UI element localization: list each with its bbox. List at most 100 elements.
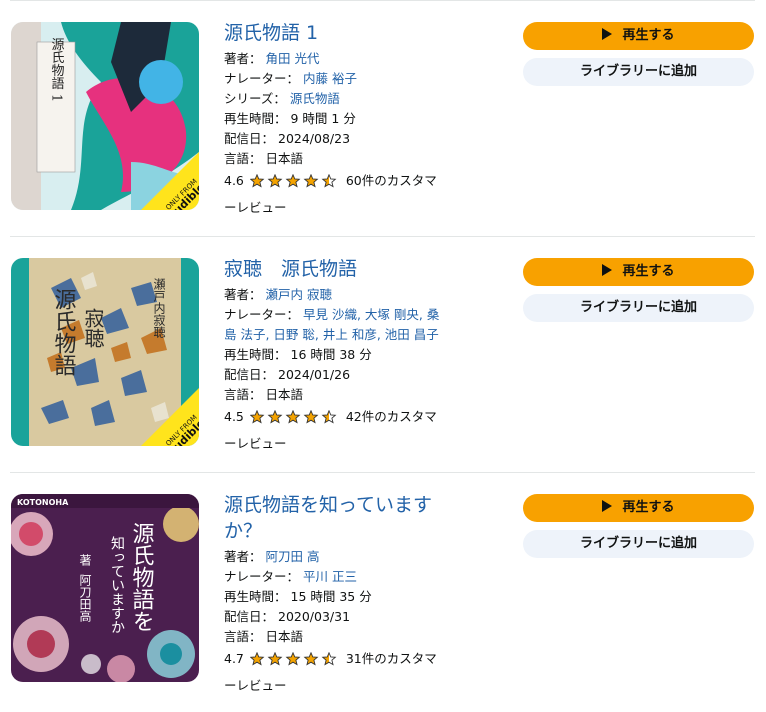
release-value: 2024/08/23: [278, 131, 351, 146]
svg-text:瀬戸内寂聴: 瀬戸内寂聴: [152, 278, 166, 338]
play-button[interactable]: 再生する: [523, 22, 754, 50]
star-icon: [267, 651, 283, 666]
play-button[interactable]: 再生する: [523, 258, 754, 286]
length-value: 16 時間 38 分: [290, 347, 372, 362]
language-row: 言語： 日本語: [224, 629, 304, 644]
language-value: 日本語: [265, 629, 304, 644]
item-title[interactable]: 源氏物語 1: [224, 20, 509, 46]
cover-art-genji-1: 源氏物語 1 ONLY FROM audible: [11, 22, 199, 210]
narrator-link[interactable]: 早見 沙織, 大塚 剛央, 桑: [303, 307, 439, 322]
author-link[interactable]: 角田 光代: [266, 51, 320, 66]
cover-title-text: 源氏物語を: [129, 522, 155, 632]
cover-image[interactable]: 源氏物語 1 ONLY FROM audible: [11, 22, 199, 210]
rating-row: 4.7 31件のカスタマ: [224, 647, 509, 674]
list-item: 源氏物語 1 ONLY FROM audible 源氏物語 1 著者： 角田 光…: [0, 0, 766, 236]
narrator-link[interactable]: 平川 正三: [303, 569, 357, 584]
cover-title-text: 源氏物語: [51, 288, 77, 376]
star-rating: [249, 408, 340, 432]
cover-image[interactable]: 源氏物語 寂聴 瀬戸内寂聴 ONLY FROM audible: [11, 258, 199, 446]
star-rating: [249, 172, 340, 196]
language-value: 日本語: [265, 151, 304, 166]
play-icon: [602, 500, 613, 512]
add-to-library-button[interactable]: ライブラリーに追加: [523, 58, 754, 86]
stars-graphic: [249, 651, 337, 666]
stars-graphic: [249, 409, 337, 424]
reviews-link[interactable]: 60件のカスタマ: [346, 173, 437, 188]
star-icon: [321, 651, 337, 666]
reviews-link-cont[interactable]: ーレビュー: [224, 432, 509, 456]
reviews-link-cont[interactable]: ーレビュー: [224, 196, 509, 220]
item-title[interactable]: 源氏物語を知っています か？: [224, 492, 509, 544]
star-icon: [249, 409, 265, 424]
cover-title-text: 源氏物語 1: [49, 38, 65, 102]
star-rating: [249, 650, 340, 674]
language-row: 言語： 日本語: [224, 387, 304, 402]
author-row: 著者： 阿刀田 高: [224, 549, 320, 564]
stars-graphic: [249, 173, 337, 188]
star-icon: [303, 173, 319, 188]
svg-text:阿刀田高: 阿刀田高: [78, 574, 92, 623]
list-item: 源氏物語 寂聴 瀬戸内寂聴 ONLY FROM audible 寂聴 源氏物語 …: [0, 236, 766, 472]
star-icon: [321, 409, 337, 424]
reviews-link[interactable]: 31件のカスタマ: [346, 651, 437, 666]
add-to-library-button[interactable]: ライブラリーに追加: [523, 294, 754, 322]
star-icon: [285, 409, 301, 424]
play-icon: [602, 28, 613, 40]
length-row: 再生時間： 15 時間 35 分: [224, 589, 372, 604]
svg-text:寂聴: 寂聴: [81, 308, 105, 348]
star-icon: [285, 173, 301, 188]
narrator-row: ナレーター： 内藤 裕子: [224, 71, 357, 86]
reviews-link[interactable]: 42件のカスタマ: [346, 409, 437, 424]
series-link[interactable]: 源氏物語: [290, 91, 340, 106]
author-row: 著者： 瀬戸内 寂聴: [224, 287, 332, 302]
item-title[interactable]: 寂聴 源氏物語: [224, 256, 509, 282]
narrator-link[interactable]: 島 法子, 日野 聡, 井上 和彦, 池田 昌子: [224, 327, 439, 342]
star-icon: [249, 173, 265, 188]
svg-text:知っていますか: 知っていますか: [109, 535, 125, 634]
language-row: 言語： 日本語: [224, 151, 304, 166]
narrator-link[interactable]: 内藤 裕子: [303, 71, 357, 86]
length-row: 再生時間： 9 時間 1 分: [224, 111, 356, 126]
star-icon: [285, 651, 301, 666]
narrator-row: ナレーター： 早見 沙織, 大塚 剛央, 桑: [224, 307, 440, 322]
cover-art-jakucho-genji: 源氏物語 寂聴 瀬戸内寂聴 ONLY FROM audible: [11, 258, 199, 446]
star-icon: [303, 651, 319, 666]
star-icon: [321, 173, 337, 188]
language-value: 日本語: [265, 387, 304, 402]
length-value: 9 時間 1 分: [290, 111, 356, 126]
cover-image[interactable]: KOTONOHA 源氏物語を 知っていますか 著 阿刀田高: [11, 494, 199, 682]
item-info: 源氏物語 1 著者： 角田 光代 ナレーター： 内藤 裕子 シリーズ： 源氏物語…: [224, 20, 509, 220]
author-link[interactable]: 瀬戸内 寂聴: [266, 287, 332, 302]
series-row: シリーズ： 源氏物語: [224, 91, 340, 106]
play-icon: [602, 264, 613, 276]
rating-value: 4.5: [224, 409, 244, 424]
cover-art-genji-shitte: KOTONOHA 源氏物語を 知っていますか 著 阿刀田高: [11, 494, 199, 682]
star-icon: [267, 173, 283, 188]
rating-row: 4.5 42件のカスタマ: [224, 405, 509, 432]
rating-value: 4.7: [224, 651, 244, 666]
list-item: KOTONOHA 源氏物語を 知っていますか 著 阿刀田高 源氏物語を知っていま…: [0, 472, 766, 708]
length-row: 再生時間： 16 時間 38 分: [224, 347, 372, 362]
release-row: 配信日： 2024/01/26: [224, 367, 351, 382]
rating-row: 4.6 60件のカスタマ: [224, 169, 509, 196]
release-value: 2024/01/26: [278, 367, 351, 382]
length-value: 15 時間 35 分: [290, 589, 372, 604]
library-list: 源氏物語 1 ONLY FROM audible 源氏物語 1 著者： 角田 光…: [0, 0, 766, 712]
item-info: 寂聴 源氏物語 著者： 瀬戸内 寂聴 ナレーター： 早見 沙織, 大塚 剛央, …: [224, 256, 509, 456]
play-button[interactable]: 再生する: [523, 494, 754, 522]
star-icon: [249, 651, 265, 666]
star-icon: [303, 409, 319, 424]
release-row: 配信日： 2020/03/31: [224, 609, 351, 624]
item-info: 源氏物語を知っています か？ 著者： 阿刀田 高 ナレーター： 平川 正三 再生時…: [224, 492, 509, 698]
add-to-library-button[interactable]: ライブラリーに追加: [523, 530, 754, 558]
rating-value: 4.6: [224, 173, 244, 188]
narrator-row-cont: 島 法子, 日野 聡, 井上 和彦, 池田 昌子: [224, 325, 509, 345]
author-row: 著者： 角田 光代: [224, 51, 320, 66]
publisher-logo-text: KOTONOHA: [17, 498, 69, 507]
reviews-link-cont[interactable]: ーレビュー: [224, 674, 509, 698]
author-link[interactable]: 阿刀田 高: [266, 549, 320, 564]
star-icon: [267, 409, 283, 424]
release-value: 2020/03/31: [278, 609, 351, 624]
narrator-row: ナレーター： 平川 正三: [224, 569, 357, 584]
release-row: 配信日： 2024/08/23: [224, 131, 351, 146]
